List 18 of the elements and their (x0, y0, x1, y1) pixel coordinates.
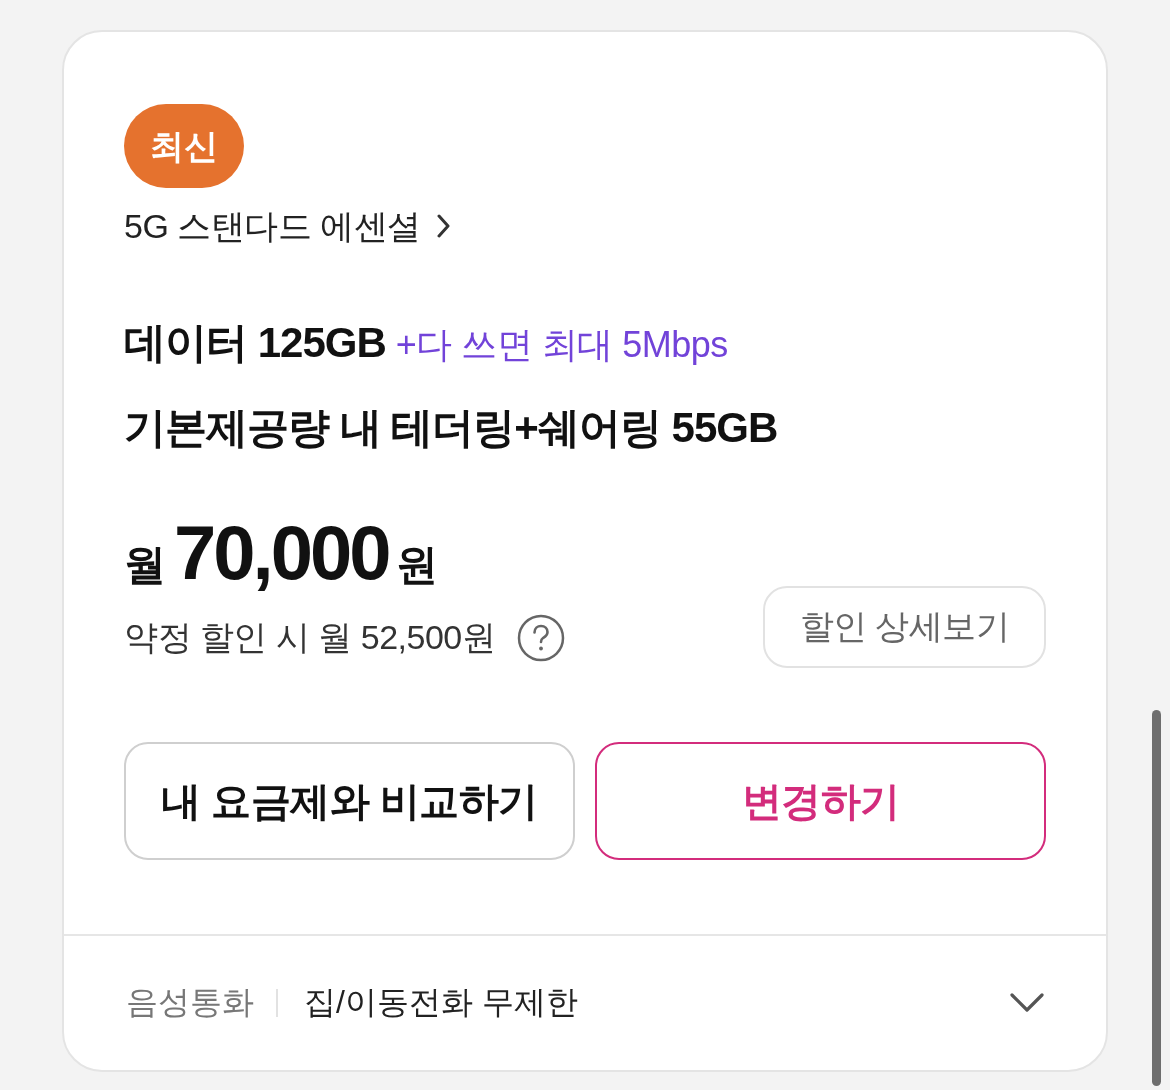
sharing-text: 기본제공량 내 테더링+쉐어링 55GB (124, 403, 779, 453)
chevron-down-icon[interactable] (1010, 993, 1044, 1013)
status-badge: 최신 (124, 104, 244, 188)
price-unit: 원 (396, 540, 439, 590)
plan-name-link[interactable]: 5G 스탠다드 에센셜 (124, 202, 450, 250)
price-prefix: 월 (124, 540, 166, 590)
change-plan-button[interactable]: 변경하기 (595, 742, 1046, 860)
compare-plan-button[interactable]: 내 요금제와 비교하기 (124, 742, 575, 860)
price-amount: 70,000 (174, 513, 389, 593)
data-note: +다 쓰면 최대 5Mbps (395, 323, 728, 367)
help-icon[interactable] (517, 614, 566, 662)
voice-value: 집/이동전화 무제한 (304, 983, 579, 1022)
chevron-right-icon (436, 214, 450, 238)
discount-details-button[interactable]: 할인 상세보기 (763, 586, 1046, 668)
discount-text: 약정 할인 시 월 52,500원 (124, 617, 496, 658)
scrollbar-thumb[interactable] (1152, 710, 1161, 1086)
data-amount: 데이터 125GB (124, 318, 386, 368)
voice-label: 음성통화 (126, 983, 254, 1022)
